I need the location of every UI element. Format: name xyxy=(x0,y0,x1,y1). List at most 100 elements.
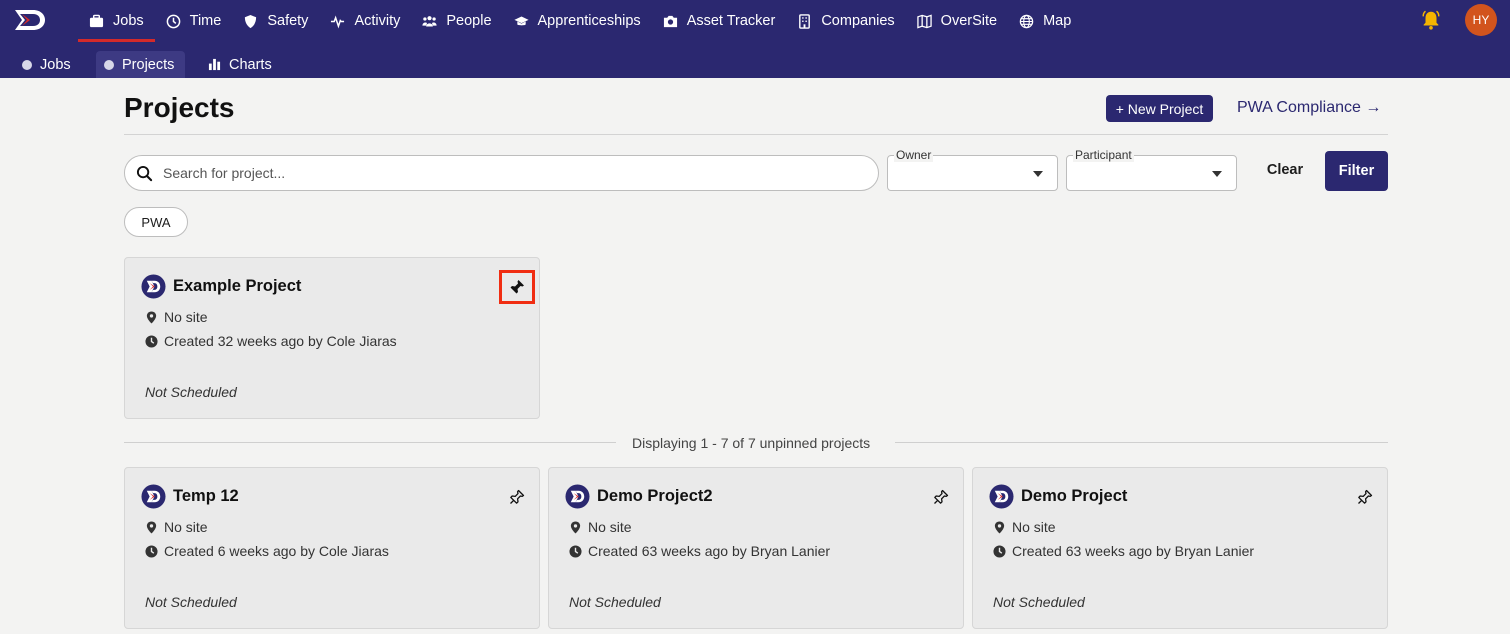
separator-line xyxy=(895,442,1388,443)
project-logo-icon xyxy=(989,484,1014,509)
created-text: Created 63 weeks ago by Bryan Lanier xyxy=(588,543,831,559)
shield-icon xyxy=(245,14,257,28)
page-title: Projects xyxy=(124,92,235,123)
site-row: No site xyxy=(145,519,208,535)
project-card[interactable]: Demo Project2 No site Created 63 weeks a… xyxy=(548,467,964,629)
nav-item-people[interactable]: People xyxy=(411,0,502,42)
owner-select[interactable]: Owner xyxy=(887,148,1058,191)
site-row: No site xyxy=(145,309,208,325)
nav-item-label: Activity xyxy=(354,13,401,29)
project-logo-icon xyxy=(141,274,166,299)
globe-icon xyxy=(1019,14,1034,28)
nav-item-label: Time xyxy=(189,13,222,29)
nav-item-oversite[interactable]: OverSite xyxy=(906,0,1008,42)
nav-item-label: OverSite xyxy=(940,13,998,29)
schedule-text: Not Scheduled xyxy=(569,594,661,610)
participant-label: Participant xyxy=(1073,148,1134,162)
schedule-text: Not Scheduled xyxy=(145,594,237,610)
nav-item-label: Companies xyxy=(821,13,895,29)
map-icon xyxy=(916,13,932,29)
owner-label: Owner xyxy=(894,148,934,162)
nav-item-apprenticeships[interactable]: Apprenticeships xyxy=(503,0,652,42)
clock-icon xyxy=(569,544,582,558)
subnav-item-projects[interactable]: Projects xyxy=(96,51,185,78)
clock-icon xyxy=(145,544,158,558)
site-text: No site xyxy=(1012,519,1056,535)
new-project-button[interactable]: + New Project xyxy=(1106,95,1213,122)
filter-button[interactable]: Filter xyxy=(1325,151,1388,191)
search-input[interactable] xyxy=(163,165,843,181)
project-card[interactable]: Temp 12 No site Created 6 weeks ago by C… xyxy=(124,467,540,629)
site-text: No site xyxy=(164,519,208,535)
nav-item-jobs[interactable]: Jobs xyxy=(78,0,155,42)
clock-icon xyxy=(993,544,1006,558)
project-title[interactable]: Demo Project2 xyxy=(597,487,713,506)
dot-icon xyxy=(104,59,114,70)
nav-item-companies[interactable]: Companies xyxy=(786,0,905,42)
app-logo-icon[interactable] xyxy=(13,8,47,32)
dot-icon xyxy=(22,59,32,70)
schedule-text: Not Scheduled xyxy=(145,384,237,400)
site-text: No site xyxy=(588,519,632,535)
nav-item-activity[interactable]: Activity xyxy=(319,0,411,42)
project-title[interactable]: Demo Project xyxy=(1021,487,1127,506)
subnav-item-label: Charts xyxy=(229,56,272,73)
pulse-icon xyxy=(331,15,345,29)
pin-outline-icon xyxy=(510,489,525,504)
schedule-text: Not Scheduled xyxy=(993,594,1085,610)
project-card-pinned[interactable]: Example Project No site Created 32 weeks… xyxy=(124,257,540,419)
pin-button[interactable] xyxy=(499,480,535,514)
caret-down-icon xyxy=(1212,171,1222,177)
location-pin-icon xyxy=(994,520,1005,534)
created-text: Created 32 weeks ago by Cole Jiaras xyxy=(164,333,397,349)
pwa-filter-chip[interactable]: PWA xyxy=(124,207,188,237)
sub-nav: Jobs Projects Charts xyxy=(0,42,1510,78)
nav-item-label: Safety xyxy=(267,13,309,29)
project-card[interactable]: Demo Project No site Created 63 weeks ag… xyxy=(972,467,1388,629)
pin-button[interactable] xyxy=(923,480,959,514)
project-logo-icon xyxy=(565,484,590,509)
nav-item-label: Apprenticeships xyxy=(537,13,641,29)
top-nav: Jobs Time Safety Activity People Apprent… xyxy=(0,0,1510,42)
location-pin-icon xyxy=(570,520,581,534)
clock-icon xyxy=(145,334,158,348)
subnav-item-jobs[interactable]: Jobs xyxy=(14,51,79,78)
site-row: No site xyxy=(993,519,1056,535)
subnav-item-label: Projects xyxy=(122,56,175,73)
nav-item-time[interactable]: Time xyxy=(155,0,233,42)
pin-button[interactable] xyxy=(1347,480,1383,514)
clock-icon xyxy=(166,14,180,28)
project-logo-icon xyxy=(141,484,166,509)
user-avatar[interactable]: HY xyxy=(1465,4,1497,36)
participant-select[interactable]: Participant xyxy=(1066,148,1237,191)
unpin-button[interactable] xyxy=(499,270,535,304)
search-box[interactable] xyxy=(124,155,879,191)
created-row: Created 32 weeks ago by Cole Jiaras xyxy=(145,333,397,349)
nav-item-safety[interactable]: Safety xyxy=(232,0,319,42)
header-divider xyxy=(124,134,1388,135)
created-text: Created 63 weeks ago by Bryan Lanier xyxy=(1012,543,1255,559)
bar-chart-icon xyxy=(208,58,221,71)
clear-button[interactable]: Clear xyxy=(1255,162,1315,178)
subnav-item-label: Jobs xyxy=(40,56,71,73)
briefcase-icon xyxy=(89,14,104,27)
project-title[interactable]: Example Project xyxy=(173,277,301,296)
location-pin-icon xyxy=(146,310,157,324)
notification-bell-icon[interactable] xyxy=(1420,9,1442,31)
people-icon xyxy=(422,15,437,26)
main-nav: Jobs Time Safety Activity People Apprent… xyxy=(78,0,1082,42)
nav-item-map[interactable]: Map xyxy=(1008,0,1082,42)
graduation-cap-icon xyxy=(513,16,529,25)
nav-item-label: Jobs xyxy=(113,13,144,29)
nav-item-label: Map xyxy=(1043,13,1072,29)
building-icon xyxy=(799,13,811,29)
pwa-compliance-link[interactable]: PWA Compliance → xyxy=(1237,99,1381,117)
search-icon xyxy=(136,165,153,181)
created-row: Created 6 weeks ago by Cole Jiaras xyxy=(145,543,389,559)
site-row: No site xyxy=(569,519,632,535)
pin-outline-icon xyxy=(1358,489,1373,504)
nav-item-asset-tracker[interactable]: Asset Tracker xyxy=(652,0,787,42)
project-title[interactable]: Temp 12 xyxy=(173,487,239,506)
site-text: No site xyxy=(164,309,208,325)
subnav-item-charts[interactable]: Charts xyxy=(200,51,280,78)
